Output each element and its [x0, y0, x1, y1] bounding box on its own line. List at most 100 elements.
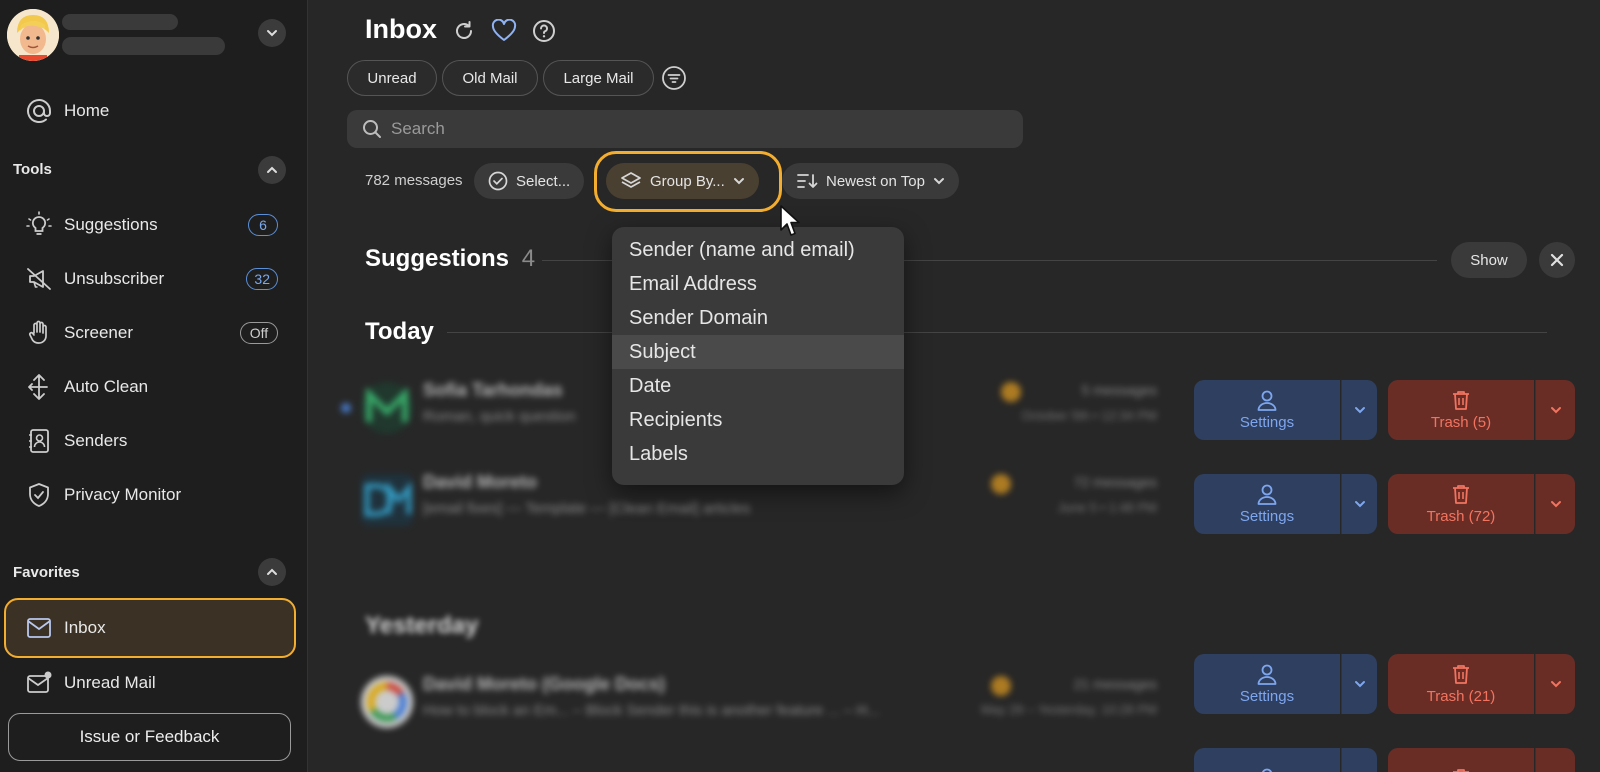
- refresh-icon[interactable]: [451, 18, 477, 44]
- tools-section-label: Tools: [13, 161, 52, 178]
- account-menu-button[interactable]: [258, 19, 286, 47]
- email-date: May 29 – Yesterday, 10:28 PM: [980, 702, 1157, 717]
- avatar[interactable]: [7, 9, 59, 61]
- settings-button[interactable]: Settings: [1194, 380, 1340, 440]
- trash-button[interactable]: [1388, 748, 1534, 772]
- person-icon: [1257, 390, 1277, 411]
- star-icon: [991, 676, 1011, 696]
- sidebar-item-unread-mail[interactable]: Unread Mail: [6, 660, 294, 706]
- chevron-up-icon: [267, 166, 277, 173]
- sidebar-item-home[interactable]: Home: [6, 88, 294, 134]
- message-count: 21 messages: [1073, 676, 1157, 692]
- email-subject: How to block an Em... – Block Sender thi…: [423, 702, 880, 719]
- menu-item-labels[interactable]: Labels: [612, 437, 904, 471]
- person-icon: [1257, 664, 1277, 685]
- trash-dropdown-button[interactable]: [1535, 654, 1575, 714]
- show-suggestions-button[interactable]: Show: [1451, 242, 1527, 278]
- select-button[interactable]: Select...: [474, 163, 585, 199]
- sort-button[interactable]: Newest on Top: [782, 163, 959, 199]
- favorites-collapse-button[interactable]: [258, 558, 286, 586]
- favorites-section-label: Favorites: [13, 564, 80, 581]
- menu-item-recipients[interactable]: Recipients: [612, 403, 904, 437]
- sidebar-item-suggestions[interactable]: Suggestions 6: [6, 202, 294, 248]
- inbox-icon: [6, 614, 64, 642]
- chevron-down-icon: [1550, 501, 1561, 508]
- email-date: October 5th • 12:34 PM: [1021, 408, 1157, 423]
- sidebar-item-label: Suggestions: [64, 215, 158, 234]
- suggestions-title: Suggestions: [365, 245, 510, 272]
- email-subject: Roman, quick question: [423, 408, 576, 425]
- settings-button[interactable]: [1194, 748, 1340, 772]
- filter-settings-icon[interactable]: [661, 65, 687, 91]
- filter-chip-old-mail[interactable]: Old Mail: [442, 60, 538, 96]
- menu-item-sender-domain[interactable]: Sender Domain: [612, 301, 904, 335]
- settings-label: Settings: [1239, 508, 1295, 525]
- trash-dropdown-button[interactable]: [1535, 474, 1575, 534]
- settings-dropdown-button[interactable]: [1341, 748, 1377, 772]
- person-icon: [1257, 484, 1277, 505]
- settings-button[interactable]: Settings: [1194, 474, 1340, 534]
- trash-label: Trash (21): [1426, 688, 1496, 705]
- filter-chip-unread[interactable]: Unread: [347, 60, 437, 96]
- unsubscriber-count-badge: 32: [246, 268, 278, 290]
- chevron-down-icon: [1354, 501, 1365, 508]
- menu-item-subject[interactable]: Subject: [612, 335, 904, 369]
- close-suggestions-button[interactable]: [1539, 242, 1575, 278]
- settings-dropdown-button[interactable]: [1341, 654, 1377, 714]
- sidebar-item-senders[interactable]: Senders: [6, 418, 294, 464]
- sidebar-item-screener[interactable]: Screener Off: [6, 310, 294, 356]
- settings-dropdown-button[interactable]: [1341, 380, 1377, 440]
- help-icon[interactable]: [531, 18, 557, 44]
- check-circle-icon: [488, 171, 508, 191]
- heart-icon[interactable]: [491, 18, 517, 44]
- email-group-row[interactable]: David Moreto (Google Docs) How to block …: [337, 668, 1197, 738]
- trash-button[interactable]: Trash (21): [1388, 654, 1534, 714]
- filter-chip-large-mail[interactable]: Large Mail: [543, 60, 654, 96]
- account-name-placeholder: [62, 14, 178, 30]
- sender-logo: [361, 474, 413, 526]
- trash-dropdown-button[interactable]: [1535, 380, 1575, 440]
- sender-name: David Moreto: [423, 472, 538, 492]
- suggestions-count-badge: 6: [248, 214, 278, 236]
- sidebar-item-label: Screener: [64, 323, 133, 342]
- sidebar: Home Tools Suggestions 6 Unsubscriber 32: [0, 0, 308, 772]
- sort-label: Newest on Top: [826, 172, 925, 190]
- close-icon: [1550, 253, 1564, 267]
- app-window: Home Tools Suggestions 6 Unsubscriber 32: [0, 0, 1600, 772]
- menu-item-email-address[interactable]: Email Address: [612, 267, 904, 301]
- sidebar-item-inbox[interactable]: Inbox: [4, 598, 296, 658]
- unread-mail-icon: [6, 669, 64, 697]
- suggestions-count: 4: [521, 245, 536, 272]
- email-subject: [email fixes] — Template — [Clean Email]…: [423, 500, 751, 517]
- trash-button[interactable]: Trash (72): [1388, 474, 1534, 534]
- trash-button[interactable]: Trash (5): [1388, 380, 1534, 440]
- arrows-icon: [6, 373, 64, 401]
- today-heading: Today: [365, 318, 434, 345]
- sidebar-item-auto-clean[interactable]: Auto Clean: [6, 364, 294, 410]
- menu-item-date[interactable]: Date: [612, 369, 904, 403]
- settings-button[interactable]: Settings: [1194, 654, 1340, 714]
- tools-collapse-button[interactable]: [258, 156, 286, 184]
- message-count: 782 messages: [365, 172, 463, 189]
- sidebar-item-privacy-monitor[interactable]: Privacy Monitor: [6, 472, 294, 518]
- chevron-down-icon: [1354, 407, 1365, 414]
- contact-book-icon: [6, 427, 64, 455]
- issue-feedback-button[interactable]: Issue or Feedback: [8, 713, 291, 761]
- chevron-down-icon: [1550, 681, 1561, 688]
- sidebar-item-unsubscriber[interactable]: Unsubscriber 32: [6, 256, 294, 302]
- unread-dot: [341, 403, 351, 413]
- message-count: 5 messages: [1081, 382, 1157, 398]
- sort-icon: [797, 174, 818, 188]
- settings-dropdown-button[interactable]: [1341, 474, 1377, 534]
- search-input[interactable]: [391, 119, 991, 139]
- sender-name: David Moreto (Google Docs): [423, 674, 666, 694]
- screener-status-badge: Off: [240, 322, 278, 344]
- search-bar[interactable]: [347, 110, 1023, 148]
- menu-item-sender-name-email[interactable]: Sender (name and email): [612, 233, 904, 267]
- trash-dropdown-button[interactable]: [1535, 748, 1575, 772]
- sender-name: Sofia Tarhondas: [423, 380, 563, 400]
- chevron-down-icon: [933, 178, 944, 185]
- trash-label: Trash (5): [1430, 414, 1492, 431]
- sidebar-item-label: Inbox: [64, 618, 106, 637]
- trash-icon: [1453, 485, 1469, 504]
